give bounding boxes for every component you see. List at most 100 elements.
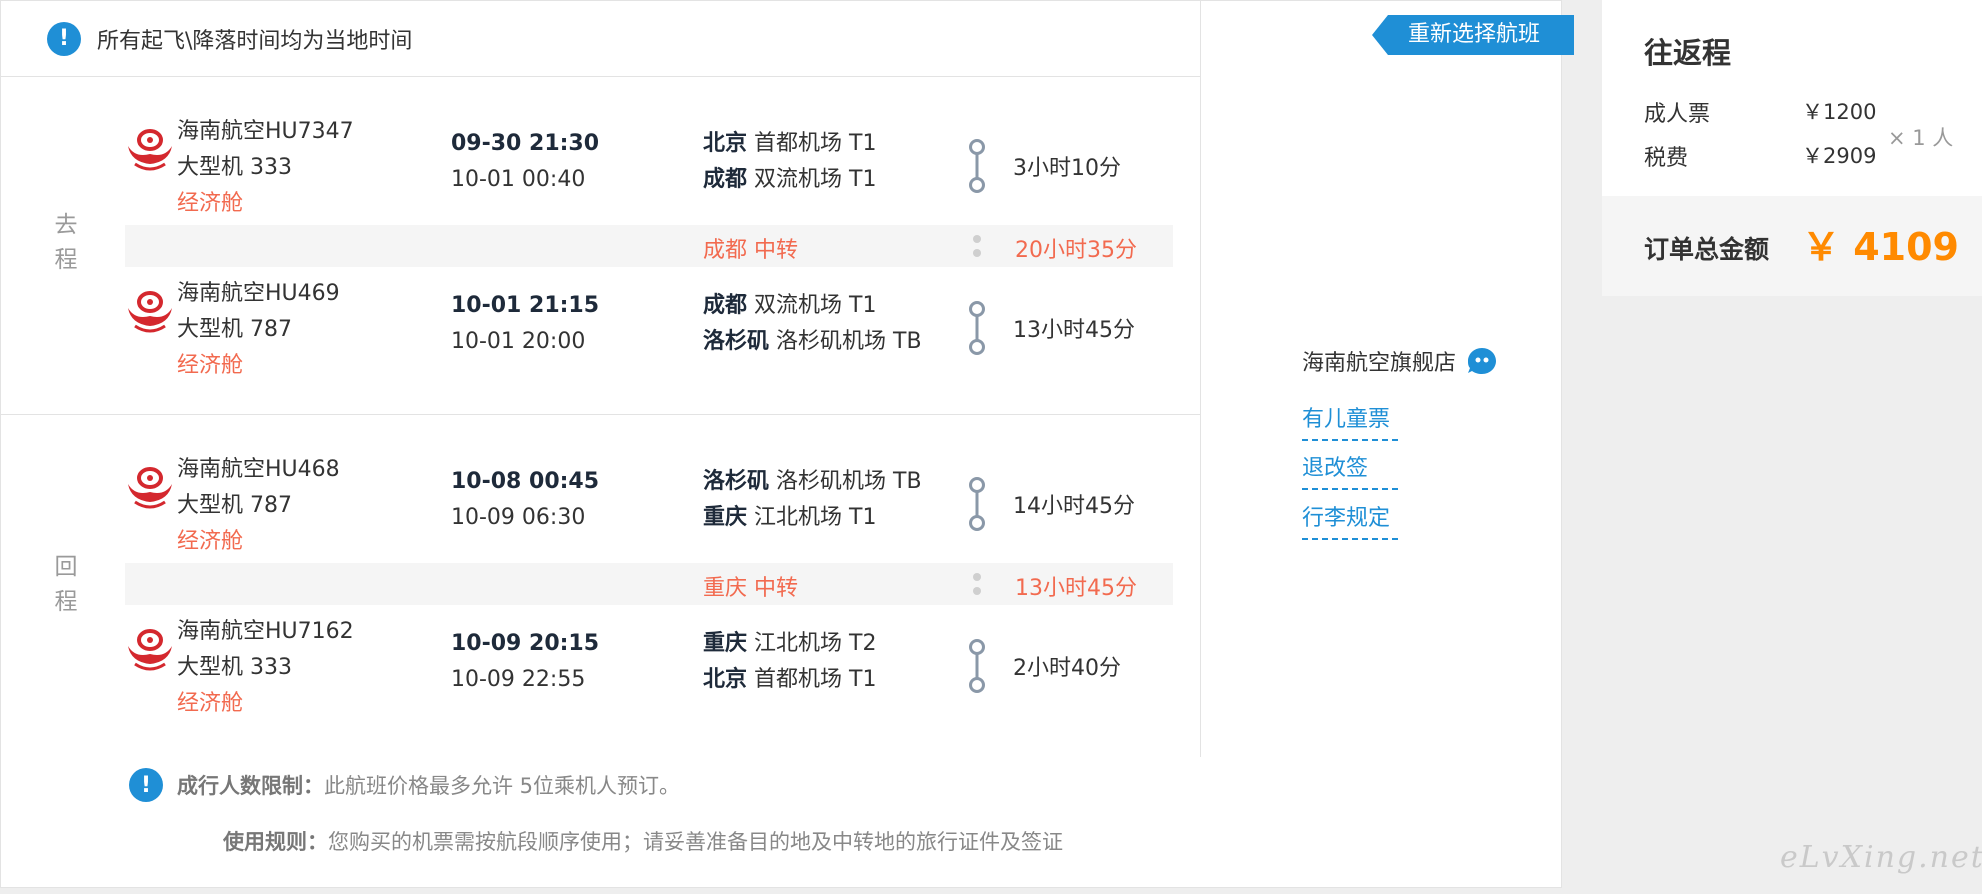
arrival-airport: 首都机场 T1 [754, 667, 877, 692]
flight-number: 海南航空HU7347 [177, 119, 354, 144]
departure-time: 10-08 00:45 [451, 469, 600, 494]
limit-label: 成行人数限制： [177, 774, 324, 798]
arrival-time: 10-01 20:00 [451, 329, 586, 354]
departure-time: 10-01 21:15 [451, 293, 600, 318]
itinerary-card: ! 所有起飞\降落时间均为当地时间 去 程 海南航空HU7347 大型机 333… [0, 0, 1574, 888]
departure-airport: 江北机场 T2 [754, 631, 877, 656]
transfer-city: 重庆 中转 [703, 576, 798, 601]
cabin-class: 经济舱 [177, 191, 244, 216]
child-ticket-link[interactable]: 有儿童票 [1302, 401, 1398, 441]
return-section: 回 程 海南航空HU468 大型机 787 经济舱 10-08 00:45 10… [1, 416, 1201, 757]
departure-city: 成都 [703, 293, 748, 318]
departure-airport: 首都机场 T1 [754, 131, 877, 156]
refund-change-link[interactable]: 退改签 [1302, 450, 1398, 490]
hainan-airlines-logo-icon [128, 629, 172, 671]
store-name: 海南航空旗舰店 [1302, 351, 1457, 376]
aircraft-type: 大型机 333 [177, 655, 292, 680]
passenger-multiplier: × 1 人 [1888, 126, 1954, 150]
price-summary: 往返程 成人票 ￥1200 税费 ￥2909 × 1 人 订单总金额 ￥ 410… [1602, 0, 1982, 296]
transfer-duration: 13小时45分 [1015, 576, 1137, 601]
price-breakdown: 往返程 成人票 ￥1200 税费 ￥2909 × 1 人 [1602, 0, 1982, 196]
transfer-bar: 重庆 中转 13小时45分 [125, 563, 1173, 605]
flight-airports: 成都 双流机场 T1 洛杉矶 洛杉矶机场 TB [703, 288, 922, 360]
flight-times: 10-08 00:45 10-09 06:30 [451, 464, 599, 536]
aircraft-type: 大型机 787 [177, 493, 292, 518]
transfer-duration: 20小时35分 [1015, 238, 1137, 263]
airline-store-link[interactable]: 海南航空旗舰店 [1302, 345, 1498, 377]
aircraft-type: 大型机 333 [177, 155, 292, 180]
order-total: 订单总金额 ￥ 4109 [1602, 196, 1982, 296]
usage-rule-note: 使用规则：您购买的机票需按航段顺序使用；请妥善准备目的地及中转地的旅行证件及签证 [223, 826, 1063, 856]
cabin-class: 经济舱 [177, 353, 244, 378]
info-icon: ! [129, 768, 163, 802]
adult-fare-label: 成人票 [1644, 102, 1711, 127]
route-icon [969, 477, 985, 531]
flight-duration: 3小时10分 [1013, 156, 1121, 181]
departure-city: 重庆 [703, 631, 748, 656]
flight-times: 10-01 21:15 10-01 20:00 [451, 288, 599, 360]
arrival-airport: 洛杉矶机场 TB [776, 329, 922, 354]
arrival-time: 10-09 22:55 [451, 667, 586, 692]
flight-airports: 重庆 江北机场 T2 北京 首都机场 T1 [703, 626, 876, 698]
flight-row[interactable]: 海南航空HU469 大型机 787 经济舱 10-01 21:15 10-01 … [1, 276, 1201, 386]
side-actions: 重新选择航班 海南航空旗舰店 有儿童票 退改签 行李规定 [1202, 1, 1574, 757]
adult-fare-value: ￥1200 [1802, 100, 1877, 124]
cabin-class: 经济舱 [177, 529, 244, 554]
outbound-section: 去 程 海南航空HU7347 大型机 333 经济舱 09-30 21:30 1… [1, 78, 1201, 415]
transfer-dots-icon [973, 573, 981, 597]
arrival-airport: 双流机场 T1 [754, 167, 877, 192]
transfer-bar: 成都 中转 20小时35分 [125, 225, 1173, 267]
hainan-airlines-logo-icon [128, 129, 172, 171]
route-icon [969, 639, 985, 693]
chat-bubble-icon[interactable] [1466, 346, 1498, 376]
route-icon [969, 139, 985, 193]
arrival-city: 洛杉矶 [703, 329, 770, 354]
arrival-city: 重庆 [703, 505, 748, 530]
rule-label: 使用规则： [223, 830, 328, 854]
hainan-airlines-logo-icon [128, 467, 172, 509]
aircraft-type: 大型机 787 [177, 317, 292, 342]
arrival-time: 10-09 06:30 [451, 505, 586, 530]
flight-row[interactable]: 海南航空HU7347 大型机 333 经济舱 09-30 21:30 10-01… [1, 114, 1201, 224]
departure-airport: 洛杉矶机场 TB [776, 469, 922, 494]
flight-list: ! 所有起飞\降落时间均为当地时间 去 程 海南航空HU7347 大型机 333… [1, 1, 1201, 757]
arrival-city: 北京 [703, 667, 748, 692]
flight-number: 海南航空HU468 [177, 457, 340, 482]
notice-text: 所有起飞\降落时间均为当地时间 [97, 28, 413, 54]
baggage-rules-link[interactable]: 行李规定 [1302, 500, 1398, 540]
outbound-label-char: 程 [54, 247, 78, 273]
route-icon [969, 301, 985, 355]
reselect-flight-button[interactable]: 重新选择航班 [1372, 15, 1574, 55]
flight-airports: 洛杉矶 洛杉矶机场 TB 重庆 江北机场 T1 [703, 464, 922, 536]
airline-info: 海南航空HU7347 大型机 333 经济舱 [177, 114, 354, 222]
trip-type-title: 往返程 [1644, 36, 1732, 70]
arrival-time: 10-01 00:40 [451, 167, 586, 192]
departure-time: 10-09 20:15 [451, 631, 600, 656]
flight-times: 09-30 21:30 10-01 00:40 [451, 126, 599, 198]
departure-time: 09-30 21:30 [451, 131, 600, 156]
arrival-airport: 江北机场 T1 [754, 505, 877, 530]
airline-info: 海南航空HU469 大型机 787 经济舱 [177, 276, 340, 384]
hainan-airlines-logo-icon [128, 291, 172, 333]
flight-number: 海南航空HU7162 [177, 619, 354, 644]
flight-times: 10-09 20:15 10-09 22:55 [451, 626, 599, 698]
flight-duration: 2小时40分 [1013, 656, 1121, 681]
flight-airports: 北京 首都机场 T1 成都 双流机场 T1 [703, 126, 876, 198]
local-time-notice: ! 所有起飞\降落时间均为当地时间 [1, 1, 1201, 77]
flight-row[interactable]: 海南航空HU468 大型机 787 经济舱 10-08 00:45 10-09 … [1, 452, 1201, 562]
departure-city: 北京 [703, 131, 748, 156]
rule-text: 您购买的机票需按航段顺序使用；请妥善准备目的地及中转地的旅行证件及签证 [328, 830, 1063, 854]
total-value: ￥ 4109 [1802, 225, 1959, 269]
transfer-city: 成都 中转 [703, 238, 798, 263]
airline-info: 海南航空HU468 大型机 787 经济舱 [177, 452, 340, 560]
flight-row[interactable]: 海南航空HU7162 大型机 333 经济舱 10-09 20:15 10-09… [1, 614, 1201, 724]
booking-notes: ! 成行人数限制： 此航班价格最多允许 5位乘机人预订。 使用规则：您购买的机票… [1, 758, 1563, 888]
watermark: eLvXing.net [1780, 840, 1982, 875]
tax-label: 税费 [1644, 146, 1689, 171]
flight-duration: 14小时45分 [1013, 494, 1135, 519]
departure-city: 洛杉矶 [703, 469, 770, 494]
info-icon: ! [47, 21, 81, 56]
total-label: 订单总金额 [1644, 235, 1770, 264]
arrival-city: 成都 [703, 167, 748, 192]
airline-info: 海南航空HU7162 大型机 333 经济舱 [177, 614, 354, 722]
